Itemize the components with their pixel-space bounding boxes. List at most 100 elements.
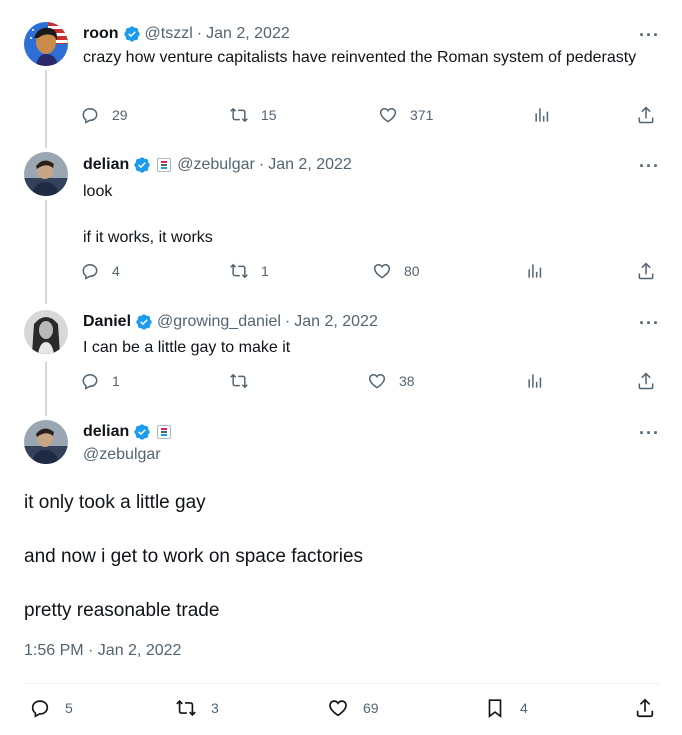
thread-line xyxy=(45,200,47,304)
tweet-text: crazy how venture capitalists have reinv… xyxy=(83,49,637,66)
reply-icon xyxy=(31,700,49,718)
separator: · xyxy=(284,313,291,330)
main-tweet-header: delian xyxy=(83,422,172,442)
views-icon xyxy=(528,264,542,278)
retweet-icon xyxy=(230,263,248,279)
reply-count: 29 xyxy=(112,107,128,123)
verified-badge-icon xyxy=(134,157,150,173)
like-button[interactable]: 80 xyxy=(372,261,420,281)
affiliation-badge-icon[interactable] xyxy=(157,425,172,439)
reply-icon xyxy=(82,107,98,124)
like-button[interactable]: 371 xyxy=(378,105,433,125)
tweet-actions: 29 15 371 xyxy=(80,105,660,129)
tweet-header: roon @tszzl · Jan 2, 2022 xyxy=(83,24,290,44)
reply-button[interactable]: 29 xyxy=(80,105,128,125)
display-name[interactable]: Daniel xyxy=(83,312,131,332)
tweet-date[interactable]: Jan 2, 2022 xyxy=(294,312,378,332)
display-name[interactable]: delian xyxy=(83,422,129,442)
tweet-header: Daniel @growing_daniel · Jan 2, 2022 xyxy=(83,312,378,332)
retweet-button[interactable]: 3 xyxy=(175,697,219,719)
affiliation-badge-icon[interactable] xyxy=(157,158,172,172)
reply-count: 1 xyxy=(112,373,120,389)
bookmark-button[interactable]: 4 xyxy=(484,697,528,719)
retweet-button[interactable]: 1 xyxy=(229,261,269,281)
like-button[interactable]: 38 xyxy=(367,371,415,391)
like-count: 371 xyxy=(410,107,434,123)
tweet-date[interactable]: Jan 2, 2022 xyxy=(206,24,290,44)
avatar[interactable] xyxy=(24,420,68,464)
heart-icon xyxy=(329,700,347,717)
share-icon xyxy=(638,262,654,280)
tweet-actions: 1 38 xyxy=(80,371,660,395)
tweet-actions: 4 1 80 xyxy=(80,261,660,285)
separator: · xyxy=(258,156,265,173)
display-name[interactable]: delian xyxy=(83,155,129,175)
main-tweet-handle-row: @zebulgar xyxy=(83,445,161,465)
tweet-header: delian @zebulgar · Jan 2, 2022 xyxy=(83,155,352,175)
reply-button[interactable]: 5 xyxy=(29,697,73,719)
more-options-button[interactable]: ··· xyxy=(639,157,660,175)
retweet-icon xyxy=(176,699,196,717)
user-handle[interactable]: @zebulgar xyxy=(177,155,255,175)
tweet-text-line: if it works, it works xyxy=(83,229,213,246)
thread-line xyxy=(45,362,47,416)
retweet-count: 15 xyxy=(261,107,277,123)
tweet-date[interactable]: Jan 2, 2022 xyxy=(268,155,352,175)
like-count: 69 xyxy=(363,700,379,716)
main-tweet-text-line: and now i get to work on space factories xyxy=(24,546,364,567)
share-button[interactable] xyxy=(636,371,668,391)
user-handle[interactable]: @tszzl xyxy=(145,24,193,44)
views-button[interactable] xyxy=(525,371,557,391)
share-button[interactable] xyxy=(634,697,670,719)
main-tweet-text-line: it only took a little gay xyxy=(24,492,206,513)
tweet-text-line: look xyxy=(83,183,113,200)
bookmark-count: 4 xyxy=(520,700,528,716)
like-button[interactable]: 69 xyxy=(327,697,379,719)
reply-button[interactable]: 4 xyxy=(80,261,120,281)
verified-badge-icon xyxy=(134,424,150,440)
separator: · xyxy=(196,25,203,42)
divider xyxy=(24,683,660,684)
main-tweet-actions: 5 3 69 4 xyxy=(24,697,660,723)
reply-count: 4 xyxy=(112,263,120,279)
avatar[interactable] xyxy=(24,310,68,354)
thread-line xyxy=(45,70,47,148)
views-button[interactable] xyxy=(532,105,564,125)
tweet-timestamp[interactable]: 1:56 PM · Jan 2, 2022 xyxy=(24,642,181,660)
verified-badge-icon xyxy=(123,26,140,42)
reply-button[interactable]: 1 xyxy=(80,371,120,391)
main-tweet-text-line: pretty reasonable trade xyxy=(24,600,220,621)
heart-icon xyxy=(373,263,391,279)
more-options-button[interactable]: ··· xyxy=(639,314,660,332)
more-options-button[interactable]: ··· xyxy=(639,424,660,442)
avatar[interactable] xyxy=(24,152,68,196)
views-icon xyxy=(535,108,549,122)
retweet-count: 3 xyxy=(211,700,219,716)
heart-icon xyxy=(379,107,397,123)
more-options-button[interactable]: ··· xyxy=(639,26,660,44)
user-handle[interactable]: @growing_daniel xyxy=(157,312,281,332)
reply-count: 5 xyxy=(65,700,73,716)
reply-icon xyxy=(82,373,98,390)
retweet-button[interactable]: 15 xyxy=(229,105,277,125)
avatar[interactable] xyxy=(24,22,68,66)
like-count: 80 xyxy=(404,263,420,279)
share-icon xyxy=(638,106,654,124)
share-icon xyxy=(638,372,654,390)
share-button[interactable] xyxy=(636,261,668,281)
reply-icon xyxy=(82,263,98,280)
retweet-count: 1 xyxy=(261,263,269,279)
share-icon xyxy=(636,698,654,718)
views-button[interactable] xyxy=(525,261,557,281)
user-handle[interactable]: @zebulgar xyxy=(83,445,161,465)
retweet-button[interactable] xyxy=(229,371,261,391)
tweet-text: I can be a little gay to make it xyxy=(83,339,291,356)
verified-badge-icon xyxy=(136,314,152,330)
views-icon xyxy=(528,374,542,388)
like-count: 38 xyxy=(399,373,415,389)
display-name[interactable]: roon xyxy=(83,24,119,44)
retweet-icon xyxy=(230,373,248,389)
bookmark-icon xyxy=(488,699,502,718)
retweet-icon xyxy=(230,107,248,123)
share-button[interactable] xyxy=(636,105,668,125)
